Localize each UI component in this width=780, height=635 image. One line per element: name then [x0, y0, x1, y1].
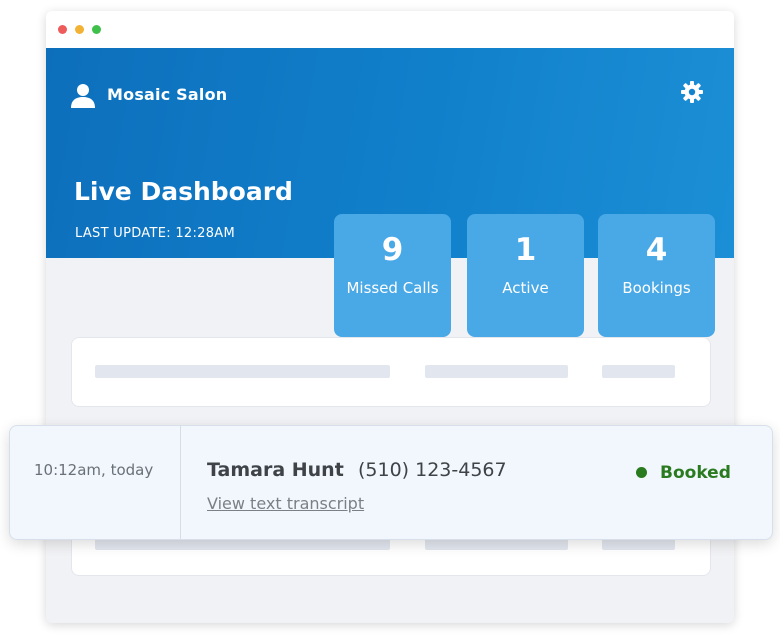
business-name: Mosaic Salon [107, 85, 228, 104]
caller-phone: (510) 123-4567 [358, 459, 507, 481]
close-window-button[interactable] [58, 25, 67, 34]
skeleton-bar [602, 365, 675, 378]
stat-label: Active [502, 279, 549, 297]
stat-value: 9 [381, 232, 404, 268]
last-update-timestamp: LAST UPDATE: 12:28AM [75, 226, 236, 241]
stat-value: 4 [645, 232, 668, 268]
gear-icon[interactable] [680, 80, 704, 104]
stat-label: Missed Calls [346, 279, 439, 297]
dashboard-header: Mosaic Salon Live Dashboard LAST UPDATE:… [46, 48, 734, 337]
view-transcript-link[interactable]: View text transcript [207, 494, 364, 513]
skeleton-bar [95, 365, 390, 378]
stat-value: 1 [514, 232, 537, 268]
user-icon [71, 84, 95, 108]
call-entry-card[interactable]: 10:12am, today Tamara Hunt (510) 123-456… [9, 425, 773, 540]
status-badge: Booked [660, 463, 731, 483]
bookings-card[interactable]: 4 Bookings [598, 214, 715, 337]
divider [180, 426, 181, 539]
minimize-window-button[interactable] [75, 25, 84, 34]
stat-label: Bookings [622, 279, 691, 297]
caller-name: Tamara Hunt [207, 459, 344, 481]
call-time: 10:12am, today [34, 461, 154, 479]
maximize-window-button[interactable] [92, 25, 101, 34]
active-calls-card[interactable]: 1 Active [467, 214, 584, 337]
placeholder-row [71, 337, 711, 407]
page-title: Live Dashboard [74, 177, 293, 206]
window-titlebar [46, 11, 734, 48]
skeleton-bar [425, 365, 568, 378]
status-dot-icon [636, 467, 647, 478]
missed-calls-card[interactable]: 9 Missed Calls [334, 214, 451, 337]
